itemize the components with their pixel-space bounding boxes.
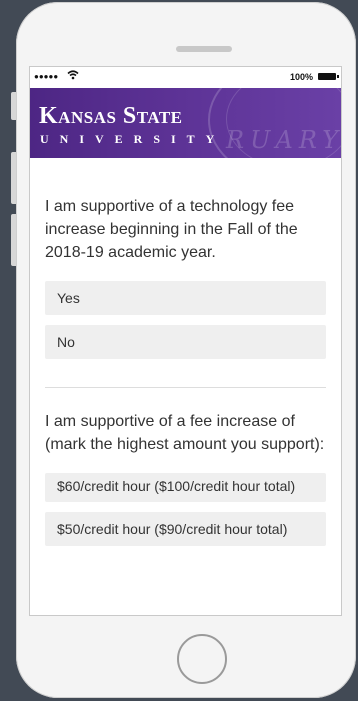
home-button[interactable] [177, 634, 227, 684]
survey-content: I am supportive of a technology fee incr… [30, 158, 341, 546]
battery-percent: 100% [289, 72, 313, 82]
option-50-credit-hour[interactable]: $50/credit hour ($90/credit hour total) [45, 512, 326, 546]
volume-down-button [11, 214, 16, 266]
option-yes[interactable]: Yes [45, 281, 326, 315]
question-1-text: I am supportive of a technology fee incr… [45, 198, 298, 261]
option-60-credit-hour[interactable]: $60/credit hour ($100/credit hour total) [45, 473, 326, 502]
volume-up-button [11, 152, 16, 204]
speaker-grille [176, 46, 232, 52]
seal-watermark-text: RUARY [226, 126, 341, 154]
option-no[interactable]: No [45, 325, 326, 359]
university-logo-subtitle: UNIVERSITY [40, 132, 226, 146]
wifi-icon [67, 70, 79, 83]
battery-icon [318, 73, 339, 80]
mute-switch [11, 92, 16, 120]
signal-icon: ●●●●● [34, 72, 59, 81]
phone-screen: ●●●●● 100% RUARY Kansas State UNIVERSITY… [29, 66, 342, 616]
status-bar: ●●●●● 100% [30, 67, 341, 88]
university-logo-title: Kansas State [39, 103, 183, 129]
question-2-text: I am supportive of a fee increase of (ma… [45, 413, 325, 453]
university-banner: RUARY Kansas State UNIVERSITY [30, 88, 341, 158]
